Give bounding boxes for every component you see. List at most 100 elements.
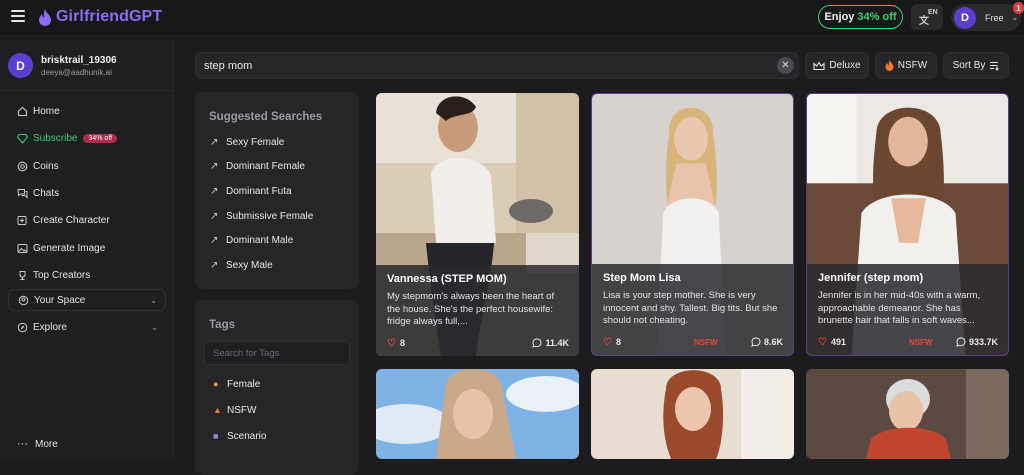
compass-icon [17, 322, 28, 333]
card-footer: ♡ 8 11.4K [387, 337, 569, 349]
tag-label: NSFW [227, 404, 257, 416]
scenario-tag-icon: ■ [213, 431, 219, 441]
suggested-item[interactable]: ↗ Submissive Female [210, 204, 350, 229]
more-icon: ··· [17, 438, 28, 450]
language-button[interactable]: 文 EN [911, 4, 943, 30]
suggested-item[interactable]: ↗ Sexy Male [210, 253, 350, 278]
sidebar-nav: Home Subscribe 34% off Coins Chats Creat… [0, 98, 174, 343]
sidebar-item-home[interactable]: Home [0, 98, 174, 125]
comment-count-group: 8.6K [751, 337, 783, 347]
like-count: 8 [399, 338, 405, 348]
sidebar-item-label: Generate Image [33, 242, 106, 254]
sidebar-item-create-character[interactable]: Create Character [0, 207, 174, 234]
suggested-item-label: Dominant Male [226, 235, 294, 247]
nsfw-filter-button[interactable]: NSFW [875, 52, 937, 79]
sidebar-group-explore[interactable]: Explore ⌄ [8, 316, 166, 338]
promo-prefix: Enjoy [824, 11, 855, 23]
notification-badge[interactable]: 1 [1013, 2, 1024, 14]
promo-button[interactable]: Enjoy 34% off [818, 5, 903, 29]
heart-icon: ♡ [387, 337, 396, 349]
sidebar-item-label: Top Creators [33, 269, 91, 281]
tag-label: Female [227, 378, 261, 390]
character-card[interactable] [591, 369, 794, 459]
tag-list: ● Female ▲ NSFW ■ Scenario [213, 371, 353, 449]
trophy-icon [17, 270, 28, 281]
sidebar-item-top-creators[interactable]: Top Creators [0, 262, 174, 289]
suggested-searches-panel: Suggested Searches ↗ Sexy Female ↗ Dominan… [195, 92, 359, 289]
flame-icon: ▲ [213, 405, 222, 415]
character-card[interactable] [806, 369, 1009, 459]
heart-icon: ♡ [818, 336, 827, 348]
sidebar-item-coins[interactable]: Coins [0, 153, 174, 180]
character-card[interactable]: Step Mom Lisa Lisa is your step mother. … [591, 93, 794, 356]
comment-count-group: 933.7K [956, 337, 998, 347]
like-count: 491 [830, 337, 846, 347]
female-tag-icon: ● [213, 379, 219, 389]
trending-icon: ↗ [210, 210, 219, 222]
suggested-title: Suggested Searches [209, 111, 323, 123]
plan-label: Free [985, 12, 1004, 23]
language-code: EN [928, 9, 938, 16]
user-profile[interactable]: D brisktrail_19306 deeya@aadhunik.ai [8, 53, 117, 78]
character-description: Lisa is your step mother. She is very in… [603, 290, 778, 326]
suggested-item[interactable]: ↗ Sexy Female [210, 130, 350, 155]
character-card[interactable]: Jennifer (step mom) Jennifer is in her m… [806, 93, 1009, 356]
tags-panel: Tags ● Female ▲ NSFW ■ Scenario [195, 300, 359, 475]
search-input[interactable] [204, 58, 764, 74]
character-image [806, 369, 1009, 459]
comment-count-group: 11.4K [532, 338, 569, 348]
deluxe-filter-button[interactable]: Deluxe [805, 52, 869, 79]
suggested-list: ↗ Sexy Female ↗ Dominant Female ↗ Dominant … [210, 130, 350, 278]
search-bar: ✕ [195, 52, 799, 79]
username: brisktrail_19306 [41, 54, 117, 66]
character-description: My stepmom's always been the heart of th… [387, 291, 555, 327]
comment-count: 933.7K [968, 337, 998, 347]
tag-search-input[interactable] [204, 341, 350, 365]
sidebar-item-chats[interactable]: Chats [0, 180, 174, 207]
sidebar-item-subscribe[interactable]: Subscribe 34% off [0, 125, 174, 152]
suggested-item[interactable]: ↗ Dominant Female [210, 155, 350, 180]
suggested-item-label: Dominant Female [226, 161, 305, 173]
card-footer: ♡ 8 NSFW 8.6K [603, 336, 783, 348]
sidebar: D brisktrail_19306 deeya@aadhunik.ai Hom… [0, 40, 174, 459]
sidebar-item-label: Home [33, 106, 60, 118]
sidebar-item-generate-image[interactable]: Generate Image [0, 234, 174, 261]
tags-title: Tags [209, 319, 235, 331]
heart-icon: ♡ [603, 336, 612, 348]
nsfw-label: NSFW [694, 337, 718, 347]
nsfw-label: NSFW [909, 337, 933, 347]
create-icon [17, 215, 28, 226]
home-icon [17, 106, 28, 117]
logo[interactable]: GirlfriendGPT [38, 8, 162, 26]
suggested-item[interactable]: ↗ Dominant Male [210, 228, 350, 253]
user-circle-icon [18, 295, 29, 306]
character-card[interactable]: Vannessa (STEP MOM) My stepmom's always … [376, 93, 579, 356]
character-image [376, 369, 579, 459]
suggested-item-label: Submissive Female [226, 210, 314, 222]
character-description: Jennifer is in her mid-40s with a warm, … [818, 290, 981, 326]
more-label: More [35, 438, 58, 450]
tag-item-scenario[interactable]: ■ Scenario [213, 423, 353, 449]
comment-icon [751, 337, 761, 347]
discount-badge: 34% off [83, 134, 118, 144]
character-card[interactable] [376, 369, 579, 459]
avatar: D [954, 6, 976, 29]
suggested-item[interactable]: ↗ Dominant Futa [210, 179, 350, 204]
divider [0, 90, 174, 91]
tag-item-nsfw[interactable]: ▲ NSFW [213, 397, 353, 423]
coin-icon [17, 161, 28, 172]
sort-by-button[interactable]: Sort By [943, 52, 1009, 79]
character-name: Jennifer (step mom) [818, 272, 924, 284]
trending-icon: ↗ [210, 185, 219, 197]
menu-icon[interactable] [11, 9, 25, 23]
account-menu[interactable]: D Free ⌄ [951, 4, 1021, 31]
clear-search-button[interactable]: ✕ [777, 57, 794, 74]
tag-item-female[interactable]: ● Female [213, 371, 353, 397]
trending-icon: ↗ [210, 235, 219, 247]
crown-icon [813, 60, 825, 70]
sidebar-item-label: Chats [33, 188, 60, 200]
comment-count: 11.4K [545, 338, 569, 348]
sidebar-group-your-space[interactable]: Your Space ⌄ [8, 289, 166, 312]
flame-icon [885, 60, 894, 71]
sidebar-more-button[interactable]: ··· More [17, 438, 58, 450]
